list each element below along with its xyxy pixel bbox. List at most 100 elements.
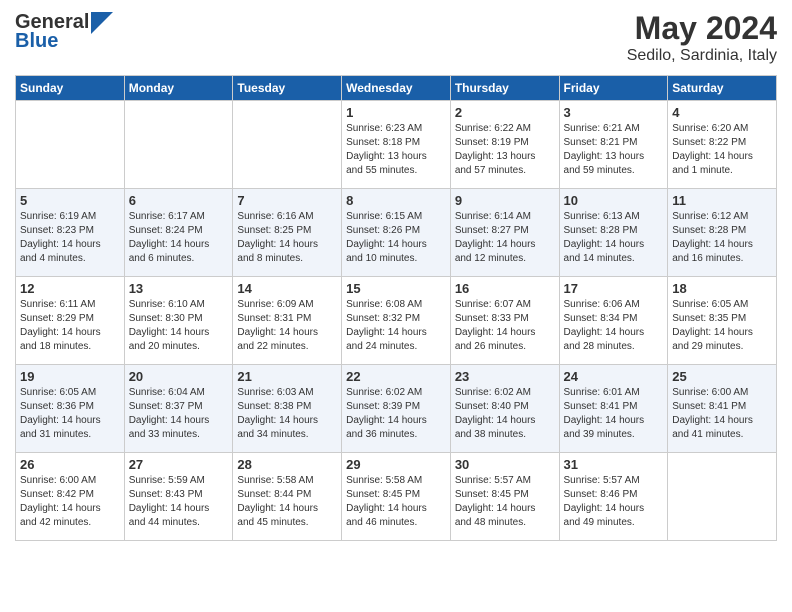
day-number: 21	[237, 369, 337, 384]
calendar-cell: 31 Sunrise: 5:57 AMSunset: 8:46 PMDayligh…	[559, 453, 668, 541]
calendar-cell	[124, 101, 233, 189]
calendar-cell	[668, 453, 777, 541]
day-number: 24	[564, 369, 664, 384]
cell-info: Sunrise: 6:07 AMSunset: 8:33 PMDaylight:…	[455, 298, 555, 354]
logo-triangle-icon	[91, 12, 113, 34]
calendar-cell: 3 Sunrise: 6:21 AMSunset: 8:21 PMDaylight…	[559, 101, 668, 189]
week-row-3: 12 Sunrise: 6:11 AMSunset: 8:29 PMDayligh…	[16, 277, 777, 365]
cell-info: Sunrise: 6:23 AMSunset: 8:18 PMDaylight:…	[346, 122, 446, 178]
days-header-row: SundayMondayTuesdayWednesdayThursdayFrid…	[16, 76, 777, 101]
calendar-cell: 22Sunrise: 6:02 AMSunset: 8:39 PMDayligh…	[342, 365, 451, 453]
cell-info: Sunrise: 5:58 AMSunset: 8:45 PMDaylight:…	[346, 474, 446, 530]
calendar-cell: 15 Sunrise: 6:08 AMSunset: 8:32 PMDayligh…	[342, 277, 451, 365]
calendar-cell: 19 Sunrise: 6:05 AMSunset: 8:36 PMDayligh…	[16, 365, 125, 453]
day-number: 4	[672, 105, 772, 120]
calendar-cell: 14 Sunrise: 6:09 AMSunset: 8:31 PMDayligh…	[233, 277, 342, 365]
cell-info: Sunrise: 6:05 AMSunset: 8:36 PMDaylight:…	[20, 386, 120, 442]
header-tuesday: Tuesday	[233, 76, 342, 101]
cell-info: Sunrise: 6:09 AMSunset: 8:31 PMDaylight:…	[237, 298, 337, 354]
header-monday: Monday	[124, 76, 233, 101]
week-row-1: 1 Sunrise: 6:23 AMSunset: 8:18 PMDaylight…	[16, 101, 777, 189]
calendar-cell: 1 Sunrise: 6:23 AMSunset: 8:18 PMDaylight…	[342, 101, 451, 189]
calendar-cell: 9Sunrise: 6:14 AMSunset: 8:27 PMDaylight…	[450, 189, 559, 277]
cell-info: Sunrise: 6:12 AMSunset: 8:28 PMDaylight:…	[672, 210, 772, 266]
day-number: 31	[564, 457, 664, 472]
calendar-cell: 6 Sunrise: 6:17 AMSunset: 8:24 PMDaylight…	[124, 189, 233, 277]
cell-info: Sunrise: 6:16 AMSunset: 8:25 PMDaylight:…	[237, 210, 337, 266]
calendar-cell: 13 Sunrise: 6:10 AMSunset: 8:30 PMDayligh…	[124, 277, 233, 365]
cell-info: Sunrise: 6:01 AMSunset: 8:41 PMDaylight:…	[564, 386, 664, 442]
day-number: 30	[455, 457, 555, 472]
week-row-2: 5 Sunrise: 6:19 AMSunset: 8:23 PMDaylight…	[16, 189, 777, 277]
day-number: 15	[346, 281, 446, 296]
day-number: 20	[129, 369, 229, 384]
calendar-cell: 20 Sunrise: 6:04 AMSunset: 8:37 PMDayligh…	[124, 365, 233, 453]
title-block: May 2024 Sedilo, Sardinia, Italy	[627, 10, 777, 65]
calendar-cell	[233, 101, 342, 189]
page-header: General Blue May 2024 Sedilo, Sardinia, …	[15, 10, 777, 65]
day-number: 5	[20, 193, 120, 208]
day-number: 9	[455, 193, 555, 208]
day-number: 28	[237, 457, 337, 472]
calendar-cell: 11 Sunrise: 6:12 AMSunset: 8:28 PMDayligh…	[668, 189, 777, 277]
cell-info: Sunrise: 6:02 AMSunset: 8:39 PMDaylight:…	[346, 386, 446, 442]
logo: General Blue	[15, 10, 113, 53]
day-number: 29	[346, 457, 446, 472]
calendar-cell: 12 Sunrise: 6:11 AMSunset: 8:29 PMDayligh…	[16, 277, 125, 365]
day-number: 2	[455, 105, 555, 120]
cell-info: Sunrise: 6:05 AMSunset: 8:35 PMDaylight:…	[672, 298, 772, 354]
cell-info: Sunrise: 6:17 AMSunset: 8:24 PMDaylight:…	[129, 210, 229, 266]
calendar-cell: 23Sunrise: 6:02 AMSunset: 8:40 PMDayligh…	[450, 365, 559, 453]
cell-info: Sunrise: 6:04 AMSunset: 8:37 PMDaylight:…	[129, 386, 229, 442]
day-number: 18	[672, 281, 772, 296]
cell-info: Sunrise: 6:11 AMSunset: 8:29 PMDaylight:…	[20, 298, 120, 354]
cell-info: Sunrise: 5:57 AMSunset: 8:46 PMDaylight:…	[564, 474, 664, 530]
header-saturday: Saturday	[668, 76, 777, 101]
calendar-cell: 5 Sunrise: 6:19 AMSunset: 8:23 PMDaylight…	[16, 189, 125, 277]
cell-info: Sunrise: 6:00 AMSunset: 8:42 PMDaylight:…	[20, 474, 120, 530]
cell-info: Sunrise: 6:20 AMSunset: 8:22 PMDaylight:…	[672, 122, 772, 178]
calendar-cell: 21 Sunrise: 6:03 AMSunset: 8:38 PMDayligh…	[233, 365, 342, 453]
calendar-cell: 17Sunrise: 6:06 AMSunset: 8:34 PMDayligh…	[559, 277, 668, 365]
week-row-4: 19 Sunrise: 6:05 AMSunset: 8:36 PMDayligh…	[16, 365, 777, 453]
cell-info: Sunrise: 5:57 AMSunset: 8:45 PMDaylight:…	[455, 474, 555, 530]
cell-info: Sunrise: 6:21 AMSunset: 8:21 PMDaylight:…	[564, 122, 664, 178]
cell-info: Sunrise: 5:59 AMSunset: 8:43 PMDaylight:…	[129, 474, 229, 530]
calendar-cell: 27 Sunrise: 5:59 AMSunset: 8:43 PMDayligh…	[124, 453, 233, 541]
header-thursday: Thursday	[450, 76, 559, 101]
day-number: 10	[564, 193, 664, 208]
header-sunday: Sunday	[16, 76, 125, 101]
header-wednesday: Wednesday	[342, 76, 451, 101]
calendar-cell: 2Sunrise: 6:22 AMSunset: 8:19 PMDaylight…	[450, 101, 559, 189]
header-friday: Friday	[559, 76, 668, 101]
day-number: 8	[346, 193, 446, 208]
day-number: 1	[346, 105, 446, 120]
calendar-cell: 8 Sunrise: 6:15 AMSunset: 8:26 PMDaylight…	[342, 189, 451, 277]
day-number: 12	[20, 281, 120, 296]
day-number: 25	[672, 369, 772, 384]
calendar-cell: 18 Sunrise: 6:05 AMSunset: 8:35 PMDayligh…	[668, 277, 777, 365]
calendar-cell: 10Sunrise: 6:13 AMSunset: 8:28 PMDayligh…	[559, 189, 668, 277]
calendar-cell: 26 Sunrise: 6:00 AMSunset: 8:42 PMDayligh…	[16, 453, 125, 541]
day-number: 13	[129, 281, 229, 296]
cell-info: Sunrise: 6:06 AMSunset: 8:34 PMDaylight:…	[564, 298, 664, 354]
cell-info: Sunrise: 6:15 AMSunset: 8:26 PMDaylight:…	[346, 210, 446, 266]
logo-blue-text: Blue	[15, 30, 58, 53]
day-number: 11	[672, 193, 772, 208]
calendar-table: SundayMondayTuesdayWednesdayThursdayFrid…	[15, 75, 777, 541]
month-title: May 2024	[627, 10, 777, 47]
day-number: 26	[20, 457, 120, 472]
cell-info: Sunrise: 6:02 AMSunset: 8:40 PMDaylight:…	[455, 386, 555, 442]
calendar-cell: 16Sunrise: 6:07 AMSunset: 8:33 PMDayligh…	[450, 277, 559, 365]
cell-info: Sunrise: 6:10 AMSunset: 8:30 PMDaylight:…	[129, 298, 229, 354]
calendar-cell: 29 Sunrise: 5:58 AMSunset: 8:45 PMDayligh…	[342, 453, 451, 541]
cell-info: Sunrise: 6:08 AMSunset: 8:32 PMDaylight:…	[346, 298, 446, 354]
cell-info: Sunrise: 6:03 AMSunset: 8:38 PMDaylight:…	[237, 386, 337, 442]
week-row-5: 26 Sunrise: 6:00 AMSunset: 8:42 PMDayligh…	[16, 453, 777, 541]
day-number: 3	[564, 105, 664, 120]
day-number: 6	[129, 193, 229, 208]
day-number: 27	[129, 457, 229, 472]
day-number: 14	[237, 281, 337, 296]
day-number: 19	[20, 369, 120, 384]
cell-info: Sunrise: 6:19 AMSunset: 8:23 PMDaylight:…	[20, 210, 120, 266]
